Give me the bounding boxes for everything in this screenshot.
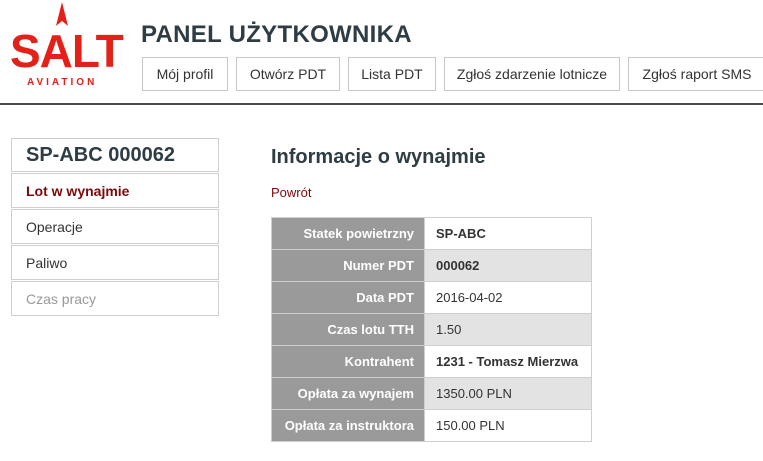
back-link[interactable]: Powrót [271,185,311,200]
report-sms-button[interactable]: Zgłoś raport SMS [628,57,763,91]
sidebar: SP-ABC 000062 Lot w wynajmie Operacje Pa… [11,138,219,316]
row-label: Opłata za instruktora [271,409,425,442]
sidebar-title: SP-ABC 000062 [11,138,219,172]
row-label: Czas lotu TTH [271,313,425,346]
table-row: Statek powietrzny SP-ABC [271,217,592,250]
row-value: 000062 [424,249,592,282]
row-label: Numer PDT [271,249,425,282]
table-row: Numer PDT 000062 [271,249,592,282]
table-row: Kontrahent 1231 - Tomasz Mierzwa [271,345,592,378]
section-title: Informacje o wynajmie [271,146,486,168]
page-header-title: PANEL UŻYTKOWNIKA [141,21,412,48]
pdt-list-button[interactable]: Lista PDT [348,57,436,91]
row-value: SP-ABC [424,217,592,250]
table-row: Opłata za instruktora 150.00 PLN [271,409,592,442]
table-row: Data PDT 2016-04-02 [271,281,592,314]
header-divider [0,103,763,105]
table-row: Czas lotu TTH 1.50 [271,313,592,346]
sidebar-item-rental-flight[interactable]: Lot w wynajmie [11,173,219,208]
top-navigation: Mój profil Otwórz PDT Lista PDT Zgłoś zd… [142,57,763,91]
row-value: 2016-04-02 [424,281,592,314]
row-label: Kontrahent [271,345,425,378]
sidebar-item-fuel[interactable]: Paliwo [11,245,219,280]
sidebar-item-work-time: Czas pracy [11,281,219,316]
row-label: Opłata za wynajem [271,377,425,410]
my-profile-button[interactable]: Mój profil [142,57,228,91]
row-label: Statek powietrzny [271,217,425,250]
logo-wordmark: SALT [10,25,124,77]
report-aviation-event-button[interactable]: Zgłoś zdarzenie lotnicze [444,57,620,91]
logo-subtitle: AVIATION [27,77,98,88]
rental-info-table: Statek powietrzny SP-ABC Numer PDT 00006… [271,217,592,442]
sidebar-item-operations[interactable]: Operacje [11,209,219,244]
row-value: 150.00 PLN [424,409,592,442]
salt-aviation-logo[interactable]: SALT AVIATION [10,2,124,94]
row-label: Data PDT [271,281,425,314]
open-pdt-button[interactable]: Otwórz PDT [236,57,340,91]
row-value: 1.50 [424,313,592,346]
row-value: 1231 - Tomasz Mierzwa [424,345,592,378]
table-row: Opłata za wynajem 1350.00 PLN [271,377,592,410]
row-value: 1350.00 PLN [424,377,592,410]
